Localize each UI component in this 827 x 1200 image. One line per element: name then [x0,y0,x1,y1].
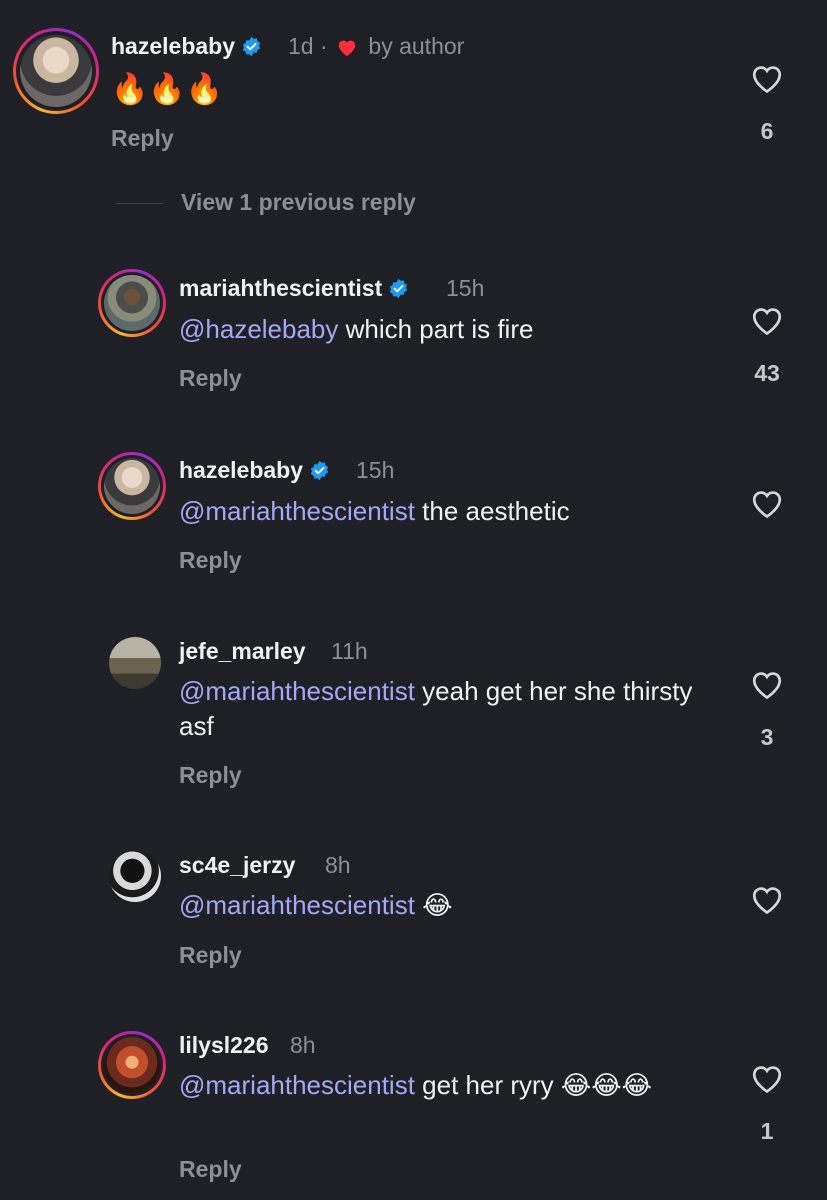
like-count: 1 [760,1118,774,1144]
verified-badge-icon [390,278,408,299]
author-heart-icon [338,40,356,57]
timestamp: 1d · [288,33,328,59]
like-count: 3 [760,724,774,750]
timestamp: 11h [331,638,368,664]
comment-body: which part is fire [338,314,534,344]
username[interactable]: hazelebaby [179,457,303,483]
like-count: 6 [760,118,774,144]
username[interactable]: jefe_marley [179,638,306,665]
reply-button[interactable]: Reply [179,547,242,574]
username[interactable]: hazelebaby [111,33,235,59]
username[interactable]: lilysl226 [179,1032,269,1059]
comment-text: @mariahthescientist get her ryry 😂😂😂 [179,1068,699,1103]
comment-text: @mariahthescientist the aesthetic [179,494,570,529]
reply-button[interactable]: Reply [179,942,242,969]
comment-body: 😂 [414,890,453,920]
heart-icon[interactable] [749,1061,785,1095]
heart-icon[interactable] [749,882,785,916]
story-ring[interactable] [98,269,166,337]
heart-icon[interactable] [749,303,785,337]
avatar[interactable] [20,35,92,107]
reply-button[interactable]: Reply [179,1156,242,1183]
view-previous-replies-button[interactable]: View 1 previous reply [181,189,416,216]
timestamp: 15h [446,275,485,301]
story-ring[interactable] [13,28,99,114]
reply-button[interactable]: Reply [111,125,174,152]
timestamp: 8h [290,1032,316,1058]
mention-link[interactable]: @mariahthescientist [179,1070,415,1100]
avatar[interactable] [104,1037,160,1093]
mention-link[interactable]: @mariahthescientist [179,496,415,526]
mention-link[interactable]: @hazelebaby [179,314,338,344]
avatar[interactable] [109,850,161,902]
avatar[interactable] [104,458,160,514]
reply-button[interactable]: Reply [179,365,242,392]
avatar[interactable] [109,637,161,689]
username[interactable]: sc4e_jerzy [179,852,295,879]
heart-icon[interactable] [749,667,785,701]
comment-text: @hazelebaby which part is fire [179,312,533,347]
divider [115,203,163,204]
liked-by-author-label: by author [368,33,465,59]
comment-body: the aesthetic [414,496,570,526]
verified-badge-icon [310,460,329,481]
heart-icon[interactable] [749,486,785,520]
timestamp: 15h [356,457,395,483]
timestamp: 8h [325,852,351,878]
story-ring[interactable] [98,1031,166,1099]
avatar[interactable] [104,275,160,331]
like-count: 43 [754,360,780,386]
username[interactable]: mariahthescientist [179,275,382,301]
comment-text: @mariahthescientist 😂 [179,888,453,923]
mention-link[interactable]: @mariahthescientist [179,890,415,920]
verified-badge-icon [242,36,261,57]
story-ring[interactable] [98,452,166,520]
reply-button[interactable]: Reply [179,762,242,789]
comment-body: get her ryry 😂😂😂 [414,1070,653,1100]
mention-link[interactable]: @mariahthescientist [179,676,415,706]
comment-text: @mariahthescientist yeah get her she thi… [179,674,719,744]
heart-icon[interactable] [749,61,785,95]
comment-text: 🔥🔥🔥 [111,73,224,106]
